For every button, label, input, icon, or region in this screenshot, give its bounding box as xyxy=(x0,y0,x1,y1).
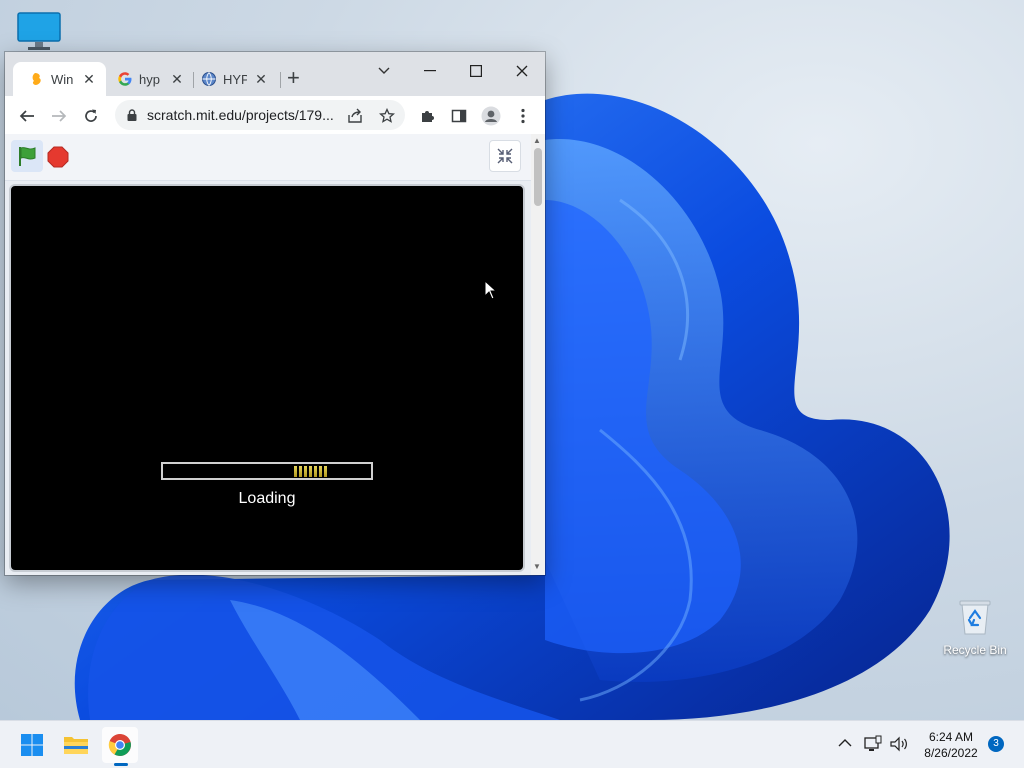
tab-hyp[interactable]: HYP ✕ xyxy=(185,62,273,96)
start-button[interactable] xyxy=(14,727,50,763)
volume-icon[interactable] xyxy=(889,735,909,753)
green-flag-icon xyxy=(19,147,36,166)
scroll-down-icon[interactable]: ▼ xyxy=(533,562,541,571)
progress-segment xyxy=(324,466,327,477)
browser-toolbar: scratch.mit.edu/projects/179... xyxy=(5,96,545,134)
progress-segment xyxy=(314,466,317,477)
tab-close-icon[interactable]: ✕ xyxy=(81,71,97,88)
new-tab-button[interactable]: + xyxy=(287,67,300,89)
page-scrollbar[interactable]: ▲ ▼ xyxy=(531,134,545,575)
globe-favicon-icon xyxy=(201,71,217,87)
kebab-menu-icon xyxy=(521,108,525,124)
menu-button[interactable] xyxy=(512,105,534,127)
taskbar: 6:24 AM 8/26/2022 xyxy=(0,720,1024,768)
stop-button[interactable] xyxy=(47,146,69,168)
progress-segment xyxy=(304,466,307,477)
folder-icon xyxy=(64,737,88,754)
recycle-bin-shortcut[interactable]: Recycle Bin xyxy=(939,598,1011,657)
scratch-favicon-icon xyxy=(29,71,45,87)
google-favicon-icon xyxy=(117,71,133,87)
chrome-icon xyxy=(108,734,131,756)
minimize-button[interactable] xyxy=(415,58,445,84)
tab-close-icon[interactable]: ✕ xyxy=(253,71,269,88)
tab-title: hyp xyxy=(139,71,160,87)
address-text[interactable]: scratch.mit.edu/projects/179... xyxy=(147,107,334,123)
tab-close-icon[interactable]: ✕ xyxy=(169,71,185,88)
tab-search-button[interactable] xyxy=(369,58,399,84)
share-icon xyxy=(348,108,362,123)
minimize-icon xyxy=(424,70,436,72)
side-panel-icon xyxy=(451,109,467,123)
exit-fullscreen-button[interactable] xyxy=(489,140,521,172)
mouse-cursor-icon xyxy=(484,280,498,300)
avatar-icon xyxy=(481,106,501,126)
reload-icon xyxy=(85,109,97,122)
scratch-player-page: Loading ▲ ▼ xyxy=(5,134,545,575)
active-app-indicator xyxy=(114,763,128,766)
scrollbar-thumb[interactable] xyxy=(534,148,542,206)
bookmark-button[interactable] xyxy=(376,105,398,127)
share-button[interactable] xyxy=(344,105,366,127)
back-arrow-icon xyxy=(19,110,34,122)
clock-date: 8/26/2022 xyxy=(924,746,978,760)
chevron-down-icon xyxy=(378,67,390,74)
player-controls-bar xyxy=(5,134,531,181)
tab-google[interactable]: hyp ✕ xyxy=(101,62,189,96)
tab-active[interactable]: Win ✕ xyxy=(13,62,106,96)
extensions-button[interactable] xyxy=(416,105,438,127)
forward-button[interactable] xyxy=(48,105,70,127)
show-hidden-icons-icon[interactable] xyxy=(838,738,852,748)
progress-segment xyxy=(294,466,297,477)
tab-separator xyxy=(280,72,281,88)
progress-fill xyxy=(294,466,327,477)
maximize-button[interactable] xyxy=(461,58,491,84)
notification-badge[interactable]: 3 xyxy=(988,736,1004,752)
exit-fullscreen-icon xyxy=(497,148,513,164)
clock[interactable]: 6:24 AM 8/26/2022 xyxy=(918,729,984,761)
loading-progress-bar xyxy=(161,462,373,480)
this-pc-icon[interactable] xyxy=(16,12,62,52)
forward-arrow-icon xyxy=(52,110,67,122)
lock-icon[interactable] xyxy=(127,109,137,121)
chrome-taskbar-button[interactable] xyxy=(102,727,138,763)
progress-segment xyxy=(299,466,302,477)
close-icon xyxy=(516,65,528,77)
tab-title: Win xyxy=(51,71,74,87)
tab-title: HYP xyxy=(223,71,247,87)
recycle-bin-label: Recycle Bin xyxy=(943,643,1007,657)
network-icon[interactable] xyxy=(864,735,882,753)
star-icon xyxy=(379,108,395,123)
profile-button[interactable] xyxy=(480,105,502,127)
scroll-up-icon[interactable]: ▲ xyxy=(533,136,541,145)
chrome-window: Win ✕ hyp ✕ HYP ✕ + scratch.mit.edu/proj… xyxy=(5,52,545,575)
file-explorer-button[interactable] xyxy=(58,727,94,763)
green-flag-button[interactable] xyxy=(11,140,43,172)
close-window-button[interactable] xyxy=(507,58,537,84)
clock-time: 6:24 AM xyxy=(928,730,974,744)
back-button[interactable] xyxy=(16,105,38,127)
windows-logo-icon xyxy=(21,734,43,756)
scratch-stage[interactable]: Loading xyxy=(9,184,525,572)
side-panel-button[interactable] xyxy=(448,105,470,127)
progress-segment xyxy=(319,466,322,477)
maximize-icon xyxy=(470,65,482,77)
loading-label: Loading xyxy=(238,490,296,507)
recycle-bin-icon xyxy=(959,600,991,635)
progress-segment xyxy=(309,466,312,477)
reload-button[interactable] xyxy=(80,105,102,127)
tab-strip: Win ✕ hyp ✕ HYP ✕ + xyxy=(5,52,545,96)
puzzle-icon xyxy=(422,111,434,122)
